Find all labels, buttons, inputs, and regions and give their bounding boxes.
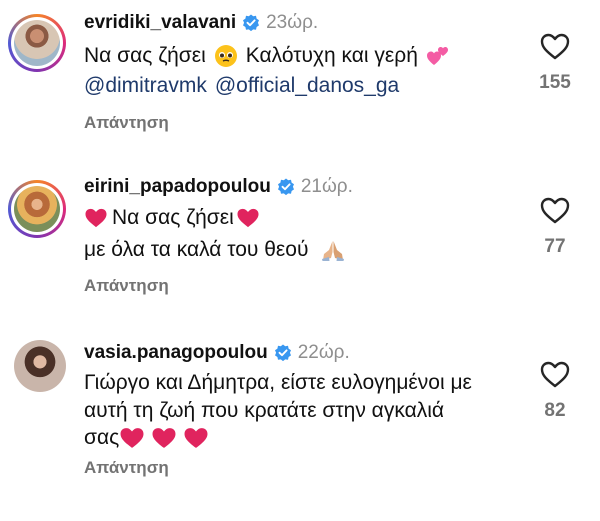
username[interactable]: evridiki_valavani xyxy=(84,12,236,34)
comment-text-line: με όλα τα καλά του θεού xyxy=(84,238,349,262)
comment-text: με όλα τα καλά του θεού xyxy=(84,238,309,261)
mention-link[interactable]: @official_danos_ga xyxy=(215,74,399,98)
username[interactable]: eirini_papadopoulou xyxy=(84,176,271,198)
comment-text-line: σας xyxy=(84,426,212,450)
verified-badge-icon xyxy=(276,178,295,196)
like-count: 155 xyxy=(539,72,571,93)
comment-text: Γιώργο και Δήμητρα, είστε ευλογημένοι με xyxy=(84,371,472,394)
avatar[interactable] xyxy=(14,340,66,392)
reply-button[interactable]: Απάντηση xyxy=(84,458,169,478)
pleading-face-icon xyxy=(214,44,238,68)
verified-badge-icon xyxy=(242,14,261,32)
comment-text: Καλότυχη και γερή xyxy=(245,44,418,67)
two-hearts-icon xyxy=(426,45,450,67)
heart-outline-icon[interactable] xyxy=(540,196,570,224)
mention-link[interactable]: @dimitravmk xyxy=(84,74,207,98)
avatar-story-ring[interactable] xyxy=(8,180,66,238)
comment-text-line: Γιώργο και Δήμητρα, είστε ευλογημένοι με xyxy=(84,371,472,395)
avatar xyxy=(14,186,60,232)
red-heart-icon xyxy=(237,208,259,228)
heart-outline-icon[interactable] xyxy=(540,32,570,60)
red-heart-icon xyxy=(184,428,208,448)
comment-header: vasia.panagopoulou 22ώρ. xyxy=(84,342,350,364)
comment-header: evridiki_valavani 23ώρ. xyxy=(84,12,318,34)
verified-badge-icon xyxy=(273,344,292,362)
like-count: 77 xyxy=(544,236,566,257)
avatar xyxy=(14,20,60,66)
comment-text-line: αυτή τη ζωή που κρατάτε στην αγκαλιά xyxy=(84,399,444,423)
timestamp: 21ώρ. xyxy=(300,176,353,197)
timestamp: 23ώρ. xyxy=(266,12,319,33)
timestamp: 22ώρ. xyxy=(297,342,350,363)
red-heart-icon xyxy=(152,428,176,448)
reply-button[interactable]: Απάντηση xyxy=(84,276,169,296)
avatar-story-ring[interactable] xyxy=(8,14,66,72)
comment-text: αυτή τη ζωή που κρατάτε στην αγκαλιά xyxy=(84,399,445,422)
comment-text: σας xyxy=(84,426,120,449)
like-count: 82 xyxy=(544,400,566,421)
folded-hands-icon xyxy=(320,238,346,262)
red-heart-icon xyxy=(85,208,107,228)
reply-button[interactable]: Απάντηση xyxy=(84,113,169,133)
mentions-line: @dimitravmk @official_danos_ga xyxy=(84,74,399,98)
comment-text-line: Να σας ζήσει xyxy=(84,206,260,230)
comment-text: Να σας ζήσει xyxy=(84,44,206,67)
username[interactable]: vasia.panagopoulou xyxy=(84,342,268,364)
red-heart-icon xyxy=(120,428,144,448)
comment-text-line: Να σας ζήσει Καλότυχη και γερή xyxy=(84,44,453,68)
heart-outline-icon[interactable] xyxy=(540,360,570,388)
comment-text: Να σας ζήσει xyxy=(112,206,234,229)
comment-header: eirini_papadopoulou 21ώρ. xyxy=(84,176,353,198)
